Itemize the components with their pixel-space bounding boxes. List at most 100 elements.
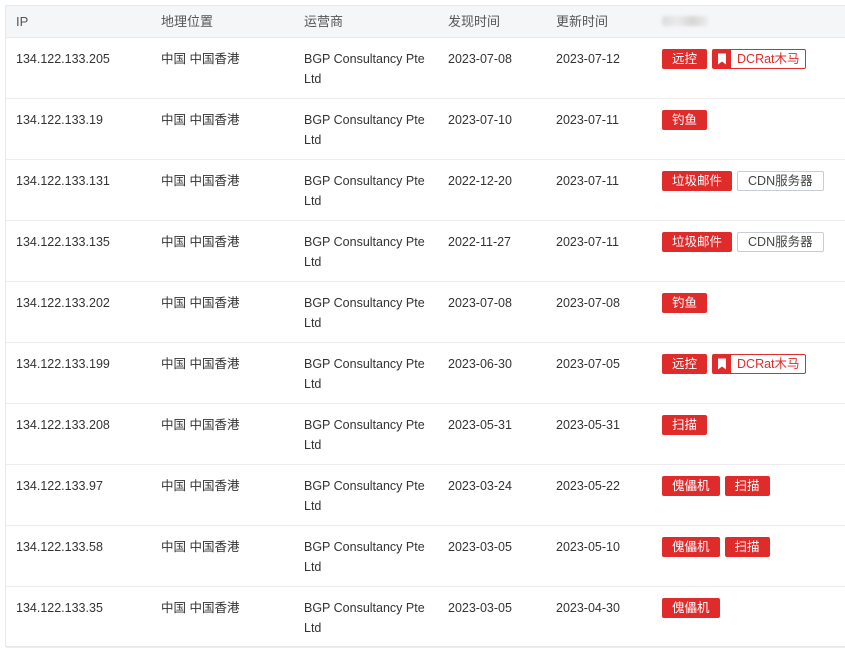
location-cell: 中国 中国香港 [161,52,240,66]
threat-tag[interactable]: 远控 [662,49,708,69]
found-time-cell: 2023-06-30 [448,357,512,371]
isp-line: Ltd [304,621,322,635]
isp-line: Ltd [304,438,322,452]
table-body: 134.122.133.205 中国 中国香港 BGP Consultancy Pt… [6,38,845,648]
threat-tag[interactable]: 垃圾邮件 [662,171,733,191]
isp-cell: BGP Consultancy Pte Ltd [304,415,432,455]
found-time-cell: 2023-05-31 [448,418,512,432]
table-row[interactable]: 134.122.133.202 中国 中国香港 BGP Consultancy Pt… [6,282,845,343]
table-row[interactable]: 134.122.133.35 中国 中国香港 BGP Consultancy Pte… [6,587,845,648]
isp-line: Ltd [304,133,322,147]
isp-line: BGP Consultancy Pte [304,52,425,66]
found-time-cell: 2022-11-27 [448,235,512,249]
update-time-cell: 2023-05-10 [556,540,620,554]
table-row[interactable]: 134.122.133.58 中国 中国香港 BGP Consultancy Pte… [6,526,845,587]
location-cell: 中国 中国香港 [161,540,240,554]
location-cell: 中国 中国香港 [161,296,240,310]
bookmark-icon [713,355,732,373]
column-header-update-time[interactable]: 更新时间 [556,6,608,37]
isp-cell: BGP Consultancy Pte Ltd [304,354,432,394]
isp-cell: BGP Consultancy Pte Ltd [304,110,432,150]
threat-tag[interactable]: 扫描 [724,537,770,557]
ip-cell[interactable]: 134.122.133.208 [16,415,110,435]
table-row[interactable]: 134.122.133.199 中国 中国香港 BGP Consultancy Pt… [6,343,845,404]
threat-tag[interactable]: 远控 [662,354,708,374]
table-row[interactable]: 134.122.133.135 中国 中国香港 BGP Consultancy Pt… [6,221,845,282]
isp-cell: BGP Consultancy Pte Ltd [304,232,432,272]
column-header-ip[interactable]: IP [16,6,28,37]
tags-cell: 傀儡机 [662,598,720,618]
isp-line: Ltd [304,255,322,269]
threat-tag[interactable]: DCRat木马 [712,354,806,374]
update-time-cell: 2023-07-05 [556,357,620,371]
isp-line: BGP Consultancy Pte [304,540,425,554]
isp-line: BGP Consultancy Pte [304,235,425,249]
update-time-cell: 2023-04-30 [556,601,620,615]
column-header-isp[interactable]: 运营商 [304,6,343,37]
isp-line: Ltd [304,499,322,513]
ip-cell[interactable]: 134.122.133.131 [16,171,110,191]
ip-cell[interactable]: 134.122.133.35 [16,598,103,618]
column-header-location[interactable]: 地理位置 [161,6,213,37]
update-time-cell: 2023-07-11 [556,235,620,249]
isp-line: BGP Consultancy Pte [304,479,425,493]
ip-cell[interactable]: 134.122.133.202 [16,293,110,313]
threat-tag[interactable]: 钓鱼 [662,293,708,313]
threat-tag[interactable]: 垃圾邮件 [662,232,733,252]
isp-cell: BGP Consultancy Pte Ltd [304,171,432,211]
threat-tag[interactable]: 扫描 [662,415,708,435]
update-time-cell: 2023-05-31 [556,418,620,432]
threat-tag[interactable]: 傀儡机 [662,537,720,557]
table-row[interactable]: 134.122.133.19 中国 中国香港 BGP Consultancy Pte… [6,99,845,160]
location-cell: 中国 中国香港 [161,418,240,432]
table-header: IP 地理位置 运营商 发现时间 更新时间 [6,6,845,38]
ip-cell[interactable]: 134.122.133.199 [16,354,110,374]
isp-line: BGP Consultancy Pte [304,296,425,310]
location-cell: 中国 中国香港 [161,174,240,188]
ip-table: IP 地理位置 运营商 发现时间 更新时间 134.122.133.205 中国 … [5,5,845,648]
ip-cell[interactable]: 134.122.133.97 [16,476,103,496]
ip-cell[interactable]: 134.122.133.58 [16,537,103,557]
isp-line: BGP Consultancy Pte [304,174,425,188]
found-time-cell: 2022-12-20 [448,174,512,188]
threat-tag[interactable]: DCRat木马 [712,49,806,69]
tags-cell: 远控 DCRat木马 [662,354,806,374]
update-time-cell: 2023-07-11 [556,174,620,188]
tags-cell: 傀儡机 扫描 [662,476,770,496]
found-time-cell: 2023-07-10 [448,113,512,127]
column-header-redacted [662,6,708,37]
isp-cell: BGP Consultancy Pte Ltd [304,476,432,516]
ip-cell[interactable]: 134.122.133.205 [16,49,110,69]
found-time-cell: 2023-07-08 [448,52,512,66]
column-header-found-time[interactable]: 发现时间 [448,6,500,37]
bookmark-icon [713,50,732,68]
ip-cell[interactable]: 134.122.133.135 [16,232,110,252]
location-cell: 中国 中国香港 [161,235,240,249]
isp-cell: BGP Consultancy Pte Ltd [304,598,432,638]
isp-line: Ltd [304,316,322,330]
isp-line: BGP Consultancy Pte [304,418,425,432]
tags-cell: 垃圾邮件 CDN服务器 [662,171,824,191]
threat-tag[interactable]: CDN服务器 [737,232,824,252]
threat-tag[interactable]: CDN服务器 [737,171,824,191]
isp-cell: BGP Consultancy Pte Ltd [304,49,432,89]
threat-tag[interactable]: 钓鱼 [662,110,708,130]
isp-line: BGP Consultancy Pte [304,357,425,371]
redacted-header-blur [662,16,708,26]
table-row[interactable]: 134.122.133.97 中国 中国香港 BGP Consultancy Pte… [6,465,845,526]
threat-tag[interactable]: 傀儡机 [662,598,720,618]
table-row[interactable]: 134.122.133.208 中国 中国香港 BGP Consultancy Pt… [6,404,845,465]
threat-tag[interactable]: 傀儡机 [662,476,720,496]
location-cell: 中国 中国香港 [161,357,240,371]
threat-tag-label: DCRat木马 [737,357,800,371]
table-row[interactable]: 134.122.133.131 中国 中国香港 BGP Consultancy Pt… [6,160,845,221]
location-cell: 中国 中国香港 [161,601,240,615]
isp-line: BGP Consultancy Pte [304,113,425,127]
isp-line: Ltd [304,377,322,391]
location-cell: 中国 中国香港 [161,479,240,493]
ip-cell[interactable]: 134.122.133.19 [16,110,103,130]
threat-tag[interactable]: 扫描 [724,476,770,496]
found-time-cell: 2023-03-05 [448,601,512,615]
table-row[interactable]: 134.122.133.205 中国 中国香港 BGP Consultancy Pt… [6,38,845,99]
isp-line: Ltd [304,194,322,208]
